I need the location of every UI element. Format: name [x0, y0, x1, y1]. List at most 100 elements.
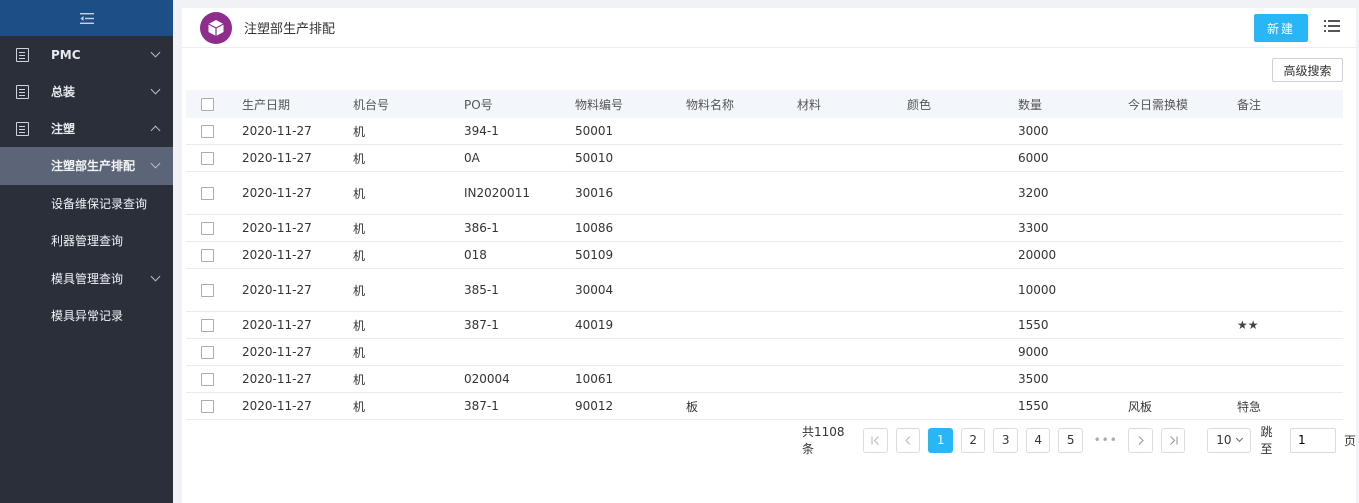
total-count: 共1108条 — [802, 425, 845, 456]
row-checkbox[interactable] — [201, 186, 214, 200]
page-button[interactable]: 4 — [1025, 427, 1051, 453]
table-cell-date: 2020-11-27 — [242, 372, 312, 386]
sidebar-subitem-label: 模具管理查询 — [51, 271, 124, 286]
sidebar-item-label: 注塑 — [51, 122, 76, 136]
table-cell-part-no: 30004 — [575, 283, 614, 297]
table-cell-qty: 3300 — [1018, 221, 1049, 235]
column-header[interactable]: 今日需换模 — [1128, 96, 1237, 113]
sidebar-subitem-production-schedule[interactable]: 注塑部生产排配 — [0, 147, 173, 185]
jump-page-input[interactable] — [1290, 427, 1336, 453]
last-page-icon[interactable] — [1160, 427, 1186, 453]
sidebar-subitem-equipment-maintenance[interactable]: 设备维保记录查询 — [0, 185, 173, 223]
page-unit-label: 页 — [1344, 433, 1357, 448]
page-button[interactable]: 1 — [928, 427, 953, 453]
page-button[interactable]: 3 — [993, 427, 1018, 453]
table-cell-machine: 机 — [353, 372, 366, 387]
table-cell-part-no: 50010 — [575, 151, 614, 165]
column-header[interactable]: 材料 — [797, 96, 907, 113]
data-table: 生产日期 机台号 PO号 物料编号 物料名称 材料 颜色 数量 今日需换模 备注… — [186, 90, 1343, 420]
row-checkbox[interactable] — [201, 124, 214, 138]
sidebar-subitem-label: 注塑部生产排配 — [51, 159, 136, 174]
table-cell-date: 2020-11-27 — [242, 283, 312, 297]
row-checkbox[interactable] — [201, 283, 214, 297]
sidebar-subitem-tool-management[interactable]: 利器管理查询 — [0, 222, 173, 260]
table-cell-po: 386-1 — [464, 221, 499, 235]
table-cell-date: 2020-11-27 — [242, 248, 312, 262]
table-row[interactable]: 2020-11-27 机 9000 — [186, 339, 1343, 366]
table-cell-date: 2020-11-27 — [242, 345, 312, 359]
page-header: 注塑部生产排配 — [182, 8, 1356, 48]
table-row[interactable]: 2020-11-27 机 IN2020011 30016 3200 — [186, 172, 1343, 215]
sidebar-subitem-label: 利器管理查询 — [51, 234, 124, 249]
table-cell-mold-change: 风板 — [1128, 399, 1153, 414]
next-page-icon[interactable] — [1128, 427, 1153, 453]
table-row[interactable]: 2020-11-27 机 386-1 10086 3300 — [186, 215, 1343, 242]
first-page-icon[interactable] — [863, 427, 888, 453]
row-checkbox[interactable] — [201, 399, 214, 413]
table-row[interactable]: 2020-11-27 机 385-1 30004 10000 — [186, 269, 1343, 312]
row-checkbox[interactable] — [201, 151, 214, 165]
page-size-select[interactable]: 10 — [1207, 427, 1251, 453]
page-ellipsis[interactable]: ••• — [1091, 433, 1120, 447]
sidebar-subitem-mold-management[interactable]: 模具管理查询 — [0, 260, 173, 298]
sidebar-item-label: 总装 — [51, 85, 76, 99]
row-checkbox[interactable] — [201, 248, 214, 262]
column-header[interactable]: 物料编号 — [575, 96, 686, 113]
column-header[interactable]: 数量 — [1018, 96, 1128, 113]
table-cell-date: 2020-11-27 — [242, 151, 312, 165]
column-header[interactable]: 备注 — [1237, 96, 1343, 113]
table-cell-machine: 机 — [353, 124, 366, 139]
column-header[interactable]: 物料名称 — [686, 96, 797, 113]
new-button[interactable]: 新建 — [1254, 14, 1308, 42]
table-row[interactable]: 2020-11-27 机 0A 50010 6000 — [186, 145, 1343, 172]
row-checkbox[interactable] — [201, 221, 214, 235]
table-row[interactable]: 2020-11-27 机 394-1 50001 3000 — [186, 118, 1343, 145]
table-cell-qty: 20000 — [1018, 248, 1057, 262]
menu-fold-icon[interactable] — [0, 0, 173, 36]
prev-page-icon[interactable] — [895, 427, 921, 453]
table-cell-po: IN2020011 — [464, 186, 530, 200]
column-header[interactable]: 生产日期 — [242, 96, 353, 113]
page-size-value: 10 — [1216, 433, 1232, 447]
table-cell-part-no: 50001 — [575, 124, 614, 138]
select-all-checkbox[interactable] — [201, 97, 214, 111]
chevron-up-icon — [150, 125, 161, 136]
row-checkbox[interactable] — [201, 372, 214, 386]
table-row[interactable]: 2020-11-27 机 020004 10061 3500 — [186, 366, 1343, 393]
sidebar-subitem-mold-exception[interactable]: 模具异常记录 — [0, 297, 173, 335]
chevron-down-icon — [1235, 434, 1243, 442]
table-cell-part-no: 90012 — [575, 399, 614, 413]
table-cell-machine: 机 — [353, 399, 366, 414]
sidebar-item-injection[interactable]: 注塑 — [0, 110, 173, 147]
row-checkbox[interactable] — [201, 345, 214, 359]
table-cell-qty: 3000 — [1018, 124, 1049, 138]
advanced-search-button[interactable]: 高级搜索 — [1272, 58, 1343, 82]
page-button[interactable]: 2 — [960, 427, 986, 453]
table-cell-po: 394-1 — [464, 124, 499, 138]
table-cell-part-no: 50109 — [575, 248, 614, 262]
jump-label: 跳至 — [1260, 425, 1273, 456]
table-cell-date: 2020-11-27 — [242, 186, 312, 200]
table-cell-part-no: 40019 — [575, 318, 614, 332]
table-cell-machine: 机 — [353, 151, 366, 166]
table-cell-qty: 1550 — [1018, 399, 1049, 413]
column-header[interactable]: 机台号 — [353, 96, 464, 113]
row-checkbox[interactable] — [201, 318, 214, 332]
table-cell-date: 2020-11-27 — [242, 124, 312, 138]
column-header[interactable]: PO号 — [464, 96, 575, 113]
table-cell-qty: 9000 — [1018, 345, 1049, 359]
sidebar-item-assembly[interactable]: 总装 — [0, 73, 173, 110]
list-icon[interactable] — [1324, 20, 1340, 34]
column-header[interactable]: 颜色 — [907, 96, 1018, 113]
table-row[interactable]: 2020-11-27 机 387-1 40019 1550 ★★ — [186, 312, 1343, 339]
table-cell-po: 0A — [464, 151, 480, 165]
sidebar-item-label: PMC — [51, 47, 81, 62]
table-row[interactable]: 2020-11-27 机 018 50109 20000 — [186, 242, 1343, 269]
chevron-down-icon — [150, 158, 161, 169]
sidebar-item-pmc[interactable]: PMC — [0, 36, 173, 73]
table-cell-machine: 机 — [353, 221, 366, 236]
table-row[interactable]: 2020-11-27 机 387-1 90012 板 1550 风板 特急 — [186, 393, 1343, 420]
table-body: 2020-11-27 机 394-1 50001 3000 2020-11-27 机 0A 50… — [186, 118, 1343, 420]
page-button[interactable]: 5 — [1058, 427, 1083, 453]
table-cell-machine: 机 — [353, 186, 366, 201]
